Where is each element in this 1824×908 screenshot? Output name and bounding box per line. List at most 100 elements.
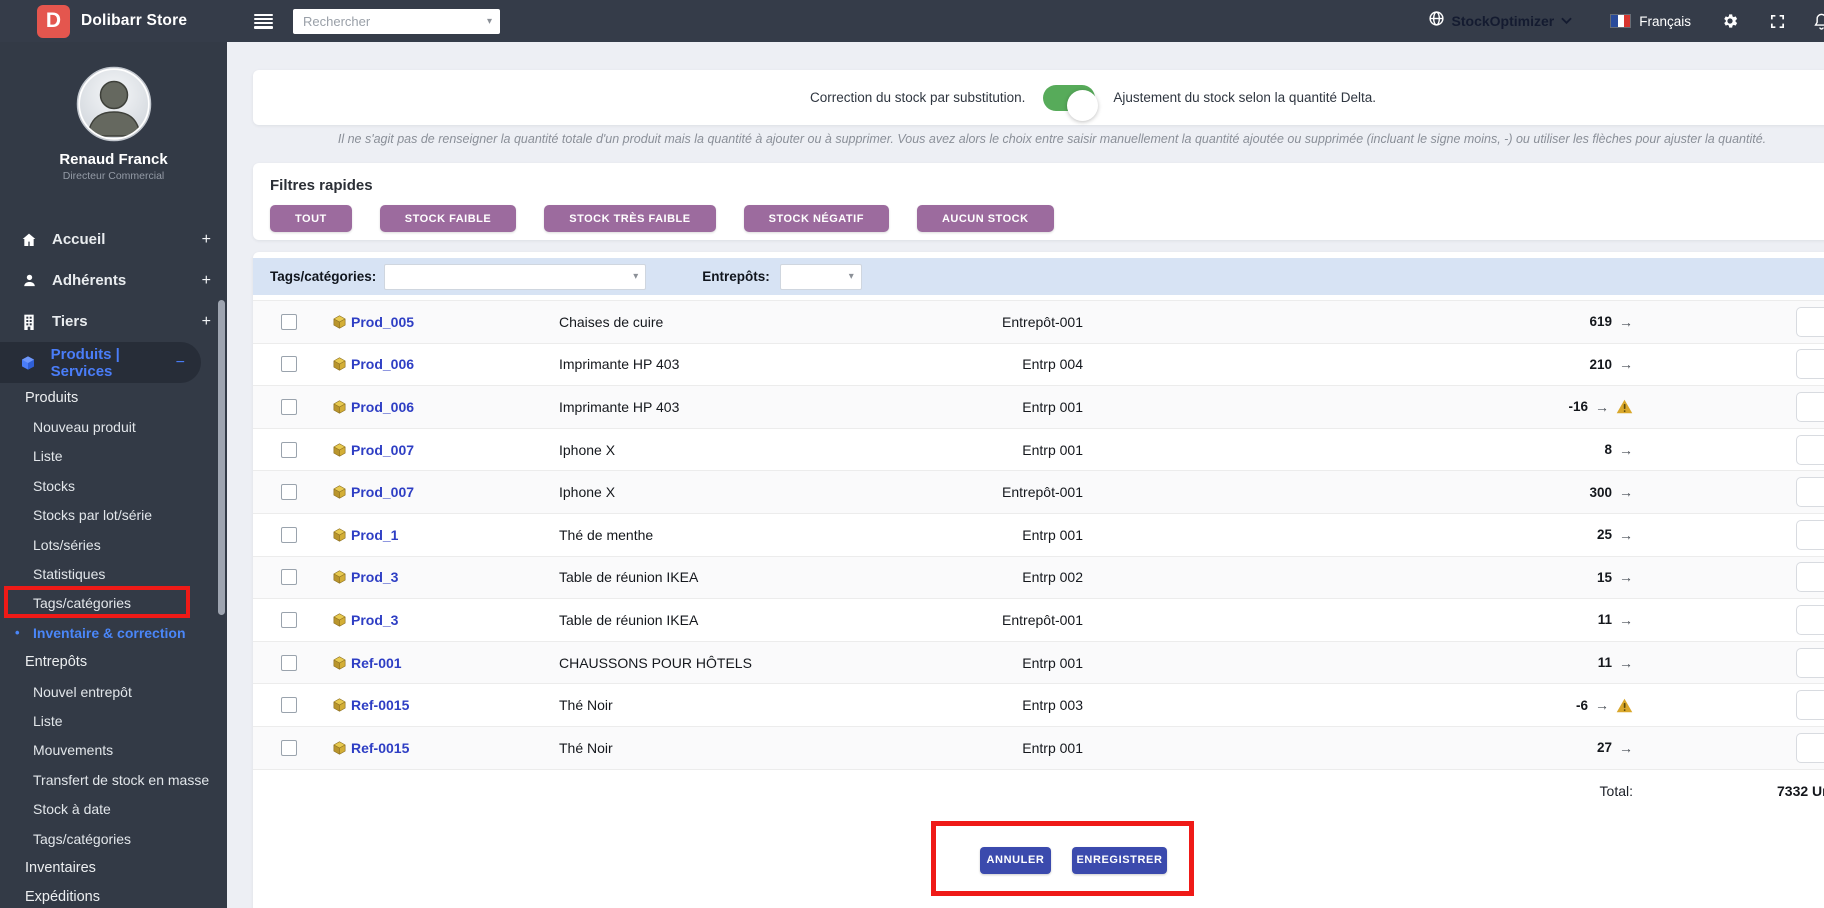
sidebar-item-inventaire-correction[interactable]: • Inventaire & correction (0, 618, 227, 647)
globe-icon (1428, 10, 1445, 32)
sidebar-item-produits[interactable]: Produits (0, 383, 227, 412)
qty-input[interactable] (1796, 732, 1824, 763)
sidebar-item-stocks-par-lot-s-rie[interactable]: Stocks par lot/série (0, 501, 227, 530)
product-ref-link[interactable]: Prod_007 (351, 442, 414, 458)
qty-input[interactable] (1796, 477, 1824, 508)
product-ref-link[interactable]: Prod_006 (351, 356, 414, 372)
sidebar-item-liste[interactable]: Liste (0, 442, 227, 471)
qty-cell: 300 → (1433, 484, 1633, 500)
sidebar-scrollbar[interactable] (218, 300, 225, 615)
row-checkbox[interactable] (281, 526, 297, 543)
global-search-input[interactable]: Rechercher ▾ (293, 8, 500, 34)
qty-input[interactable] (1796, 562, 1824, 593)
row-checkbox[interactable] (281, 398, 297, 415)
quick-filter-stock-tr-s-faible-button[interactable]: STOCK TRÈS FAIBLE (544, 205, 716, 232)
qty-input[interactable] (1796, 306, 1824, 337)
product-description: Iphone X (559, 441, 616, 458)
qty-input[interactable] (1796, 519, 1824, 550)
quick-filter-stock-n-gatif-button[interactable]: STOCK NÉGATIF (743, 205, 889, 232)
product-ref-link[interactable]: Prod_005 (351, 314, 414, 330)
row-checkbox[interactable] (281, 313, 297, 330)
product-ref-link[interactable]: Prod_3 (351, 612, 398, 628)
sidebar-item-exp-ditions[interactable]: Expéditions (0, 883, 227, 908)
user-name: Renaud Franck (59, 151, 168, 168)
qty-cell: 27 → (1433, 740, 1633, 756)
row-checkbox[interactable] (281, 654, 297, 671)
expand-icon[interactable]: + (202, 272, 211, 290)
product-ref-link[interactable]: Prod_1 (351, 527, 398, 543)
product-ref-link[interactable]: Ref-0015 (351, 697, 409, 713)
fullscreen-button[interactable] (1769, 13, 1786, 30)
sidebar-item-nouvel-entrep-t[interactable]: Nouvel entrepôt (0, 677, 227, 706)
sidebar-item-accueil[interactable]: Accueil + (0, 219, 227, 260)
expand-icon[interactable]: + (202, 231, 211, 249)
avatar[interactable] (76, 66, 152, 142)
sidebar-item-tiers[interactable]: Tiers + (0, 301, 227, 342)
row-checkbox[interactable] (281, 441, 297, 458)
product-ref-link[interactable]: Ref-0015 (351, 740, 409, 756)
sidebar-item-label: Liste (33, 712, 63, 729)
qty-input[interactable] (1796, 349, 1824, 380)
sidebar-item-stocks[interactable]: Stocks (0, 471, 227, 500)
row-checkbox[interactable] (281, 356, 297, 373)
sidebar-item-inventaires[interactable]: Inventaires (0, 853, 227, 882)
sidebar-item-mouvements[interactable]: Mouvements (0, 736, 227, 765)
sidebar-item-label: Tags/catégories (33, 595, 132, 612)
sidebar-item-lots-s-ries[interactable]: Lots/séries (0, 530, 227, 559)
stock-mode-toggle[interactable] (1043, 84, 1099, 121)
table-row: Prod_005 Chaises de cuire Entrepôt-001 619 → (253, 300, 1824, 343)
settings-button[interactable] (1721, 12, 1739, 30)
product-ref-link[interactable]: Prod_3 (351, 569, 398, 585)
row-checkbox[interactable] (281, 611, 297, 628)
qty-input[interactable] (1796, 690, 1824, 721)
sidebar-item-transfert-de-stock-en-masse[interactable]: Transfert de stock en masse (0, 765, 227, 794)
tags-filter-label: Tags/catégories: (270, 269, 377, 284)
qty-cell: -16 → (1433, 399, 1633, 415)
hamburger-menu-icon[interactable] (254, 13, 273, 29)
row-checkbox[interactable] (281, 484, 297, 501)
warehouse-filter-select[interactable]: ▾ (779, 263, 862, 290)
toggle-knob[interactable] (1067, 89, 1099, 121)
tags-filter-select[interactable]: ▾ (384, 263, 647, 290)
company-switcher[interactable]: StockOptimizer (1428, 10, 1573, 32)
brand: D Dolibarr Store (0, 4, 227, 38)
quick-filter-aucun-stock-button[interactable]: AUCUN STOCK (916, 205, 1054, 232)
warehouse-label: Entrp 001 (1022, 739, 1083, 756)
row-checkbox[interactable] (281, 697, 297, 714)
qty-input[interactable] (1796, 604, 1824, 635)
product-description: Thé Noir (559, 739, 613, 756)
language-selector[interactable]: Français (1610, 14, 1691, 29)
product-description: Thé de menthe (559, 526, 654, 543)
notifications-button[interactable] (1812, 12, 1824, 31)
table-row: Prod_1 Thé de menthe Entrp 001 25 → (253, 512, 1824, 556)
qty-cell: 8 → (1433, 442, 1633, 458)
sidebar-item-tags-cat-gories[interactable]: Tags/catégories (0, 589, 227, 618)
save-button[interactable]: ENREGISTRER (1072, 846, 1167, 874)
product-ref-link[interactable]: Prod_006 (351, 399, 414, 415)
qty-input[interactable] (1796, 434, 1824, 465)
product-description: Chaises de cuire (559, 313, 664, 330)
sidebar-item-adh-rents[interactable]: Adhérents + (0, 260, 227, 301)
quick-filter-tout-button[interactable]: TOUT (270, 205, 352, 232)
row-checkbox[interactable] (281, 569, 297, 586)
collapse-icon[interactable]: − (176, 354, 185, 372)
quick-filter-stock-faible-button[interactable]: STOCK FAIBLE (379, 205, 517, 232)
product-ref-link[interactable]: Ref-001 (351, 655, 402, 671)
sidebar-item-tags-cat-gories[interactable]: Tags/catégories (0, 824, 227, 853)
sidebar-item-liste[interactable]: Liste (0, 706, 227, 735)
help-note: Il ne s'agit pas de renseigner la quanti… (337, 132, 1767, 146)
qty-input[interactable] (1796, 391, 1824, 422)
cube-icon (20, 355, 37, 371)
sidebar-item-entrep-ts[interactable]: Entrepôts (0, 648, 227, 677)
sidebar-item-stock-date[interactable]: Stock à date (0, 794, 227, 823)
qty-input[interactable] (1796, 647, 1824, 678)
product-ref-link[interactable]: Prod_007 (351, 484, 414, 500)
sidebar-item-produits-services[interactable]: Produits | Services − (0, 342, 201, 383)
sidebar-item-statistiques[interactable]: Statistiques (0, 559, 227, 588)
expand-icon[interactable]: + (202, 313, 211, 331)
mode-toggle-card: Correction du stock par substitution. Aj… (253, 70, 1824, 125)
sidebar-item-nouveau-produit[interactable]: Nouveau produit (0, 412, 227, 441)
row-checkbox[interactable] (281, 739, 297, 756)
sidebar-item-label: Expéditions (25, 889, 100, 906)
cancel-button[interactable]: ANNULER (980, 846, 1051, 874)
